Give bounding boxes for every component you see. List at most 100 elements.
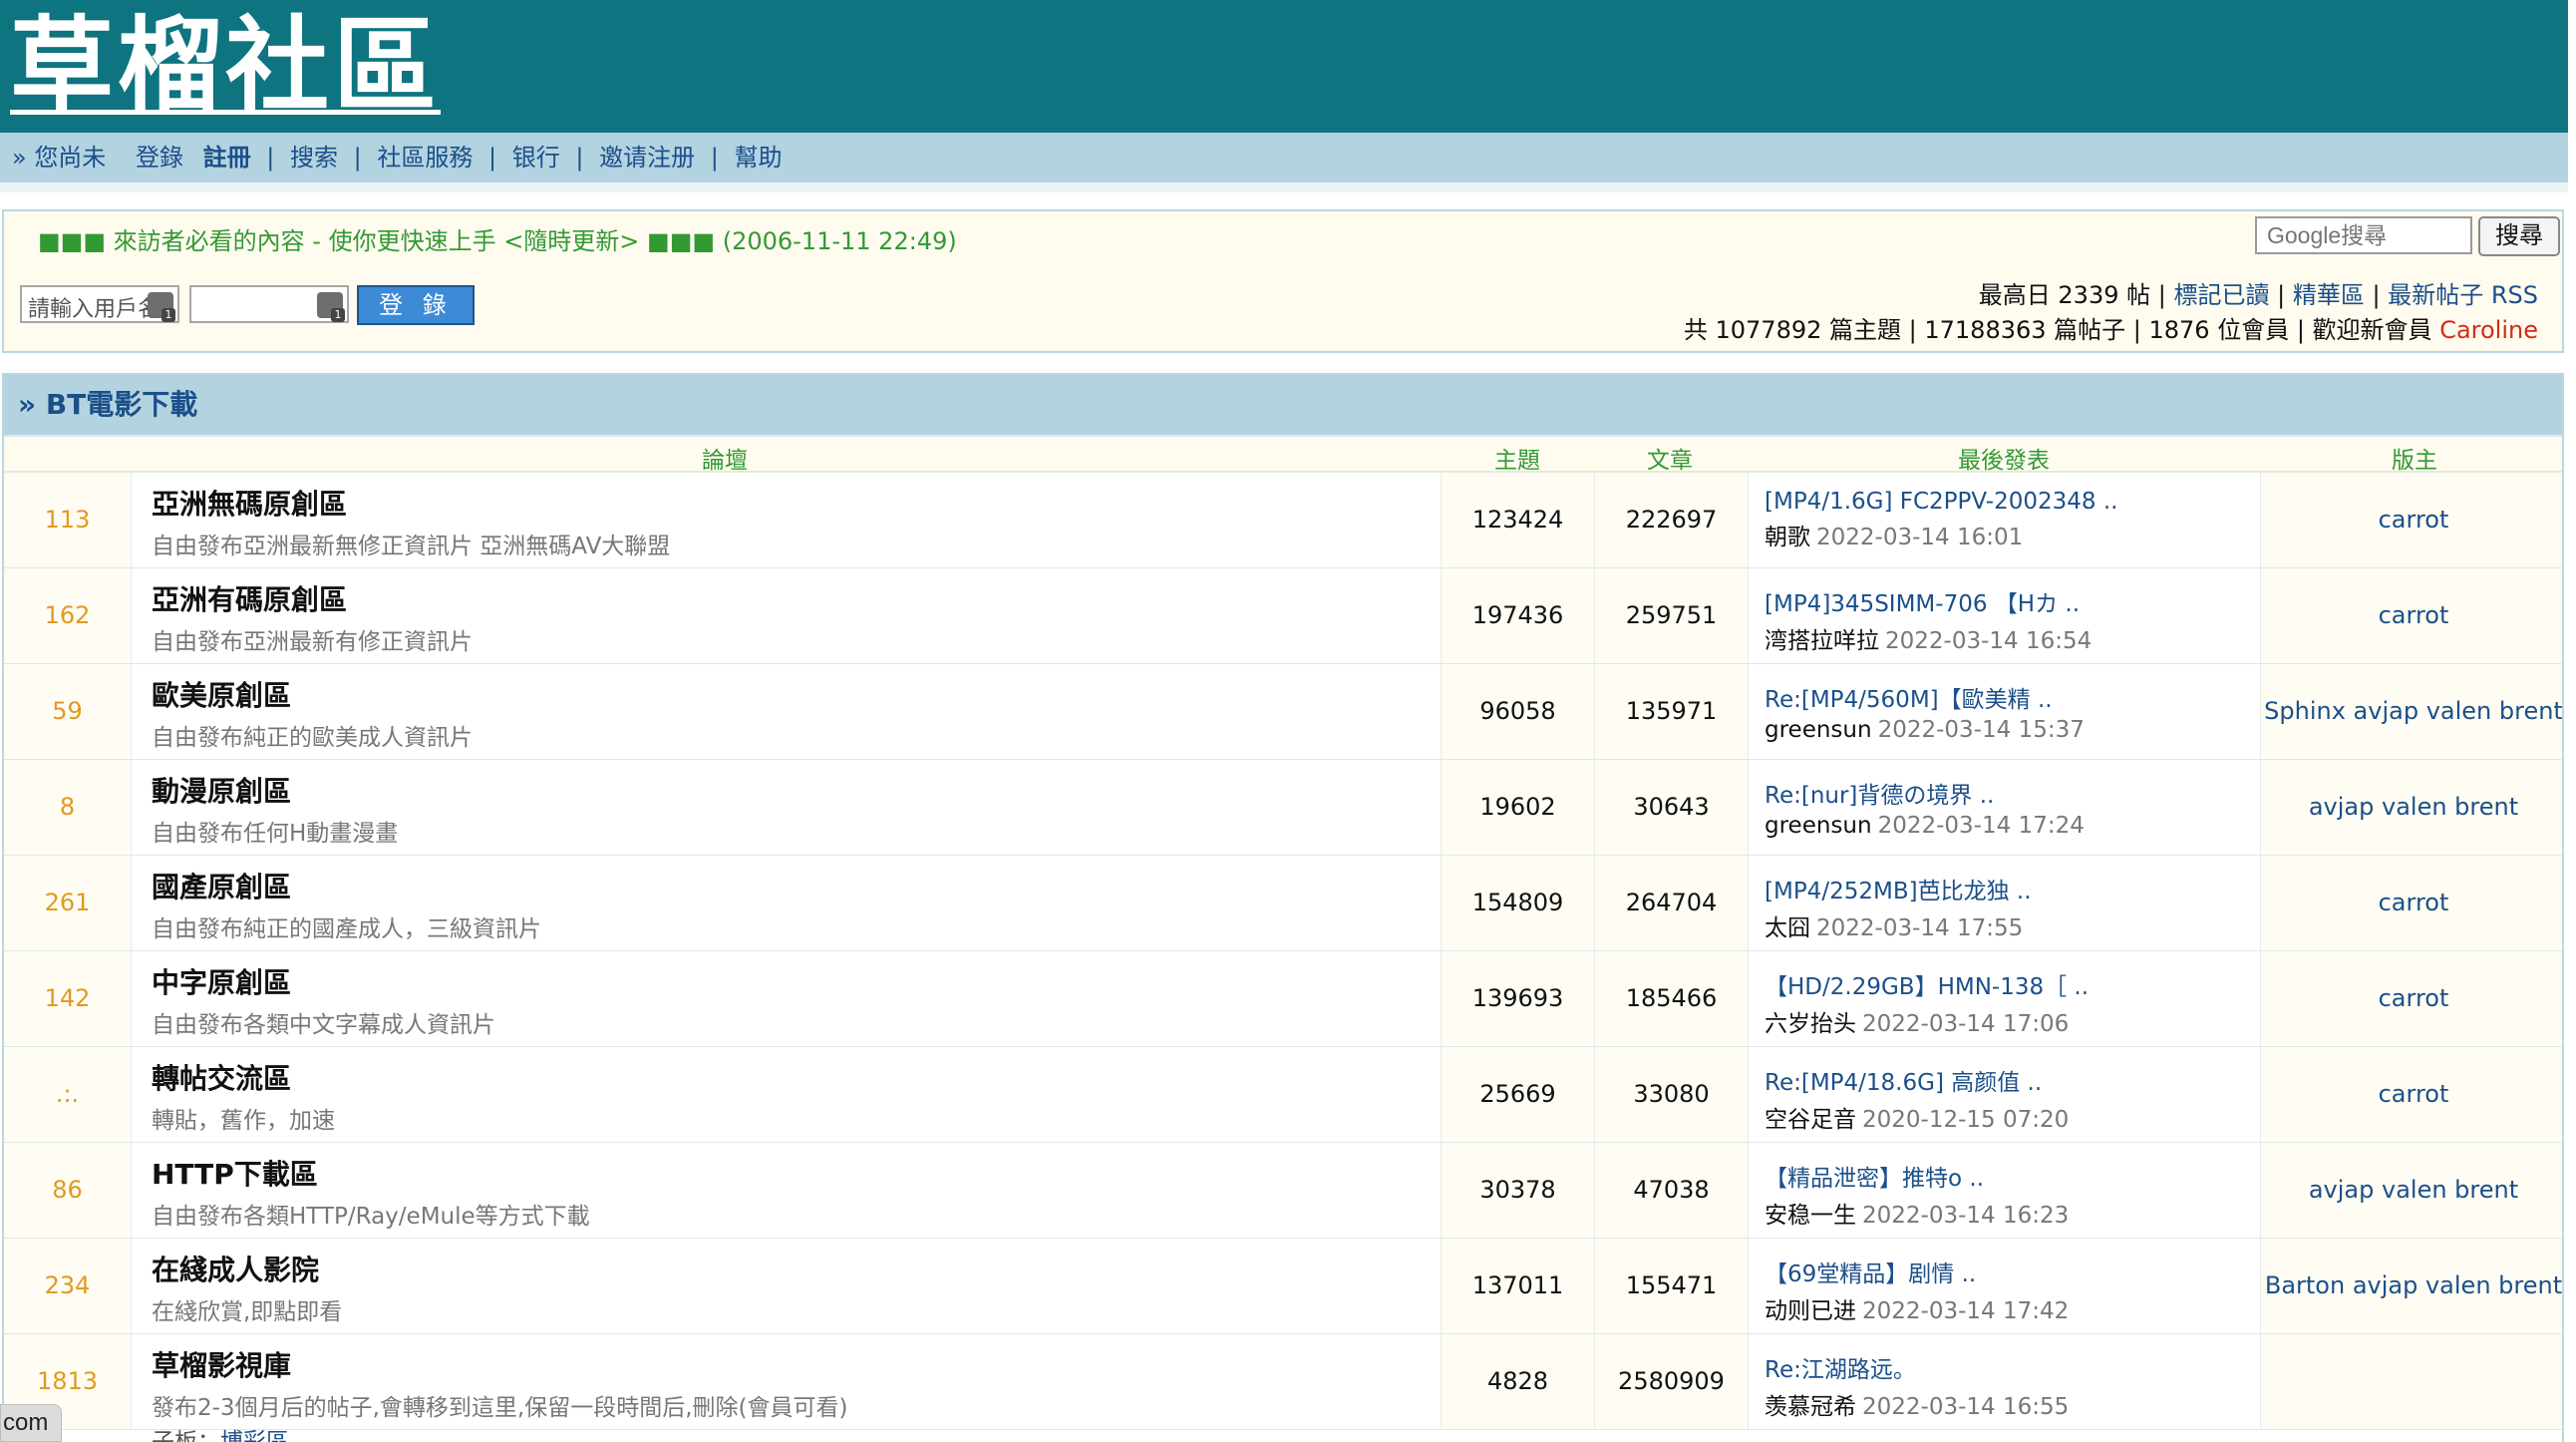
moderators[interactable]: Barton avjap valen brent: [2261, 1239, 2562, 1333]
forum-info: 歐美原創區自由發布純正的歐美成人資訊片: [132, 664, 1442, 759]
last-post: 【HD/2.29GB】HMN-138［ .. 六岁抬头 2022-03-14 17:…: [1749, 951, 2261, 1046]
forum-name-link[interactable]: 草榴影視庫: [152, 1344, 1441, 1384]
last-post-title-link[interactable]: Re:[MP4/18.6G] 高颜值 ..: [1765, 1063, 2260, 1097]
forum-description: 自由發布亞洲最新有修正資訊片: [152, 629, 473, 655]
nav-invite-link[interactable]: 邀请注册: [599, 144, 695, 172]
nav-help-link[interactable]: 幫助: [734, 144, 782, 172]
forum-table: » BT電影下載 論壇 主題 文章 最後發表 版主 113 亞洲無碼原創區 自由發布…: [2, 373, 2564, 1442]
last-post-title-link[interactable]: [MP4]345SIMM-706 【Hカ ..: [1765, 584, 2260, 618]
today-count: 142: [4, 951, 132, 1046]
last-post-author[interactable]: 朝歌: [1765, 525, 1810, 550]
last-post-title-link[interactable]: Re:[nur]背德の境界 ..: [1765, 776, 2260, 810]
topic-count: 96058: [1442, 664, 1595, 759]
password-input[interactable]: [189, 285, 349, 323]
username-placeholder: 請輸入用戶名: [28, 297, 161, 322]
moderators[interactable]: avjap valen brent: [2261, 1143, 2562, 1238]
login-button[interactable]: 登 錄: [357, 285, 475, 325]
post-count: 185466: [1595, 951, 1749, 1046]
today-count: 261: [4, 856, 132, 950]
last-post-author[interactable]: 空谷足音: [1765, 1107, 1856, 1133]
last-post-title-link[interactable]: 【69堂精品】剧情 ..: [1765, 1255, 2260, 1288]
new-member-link[interactable]: Caroline: [2439, 316, 2538, 344]
username-input[interactable]: 請輸入用戶名: [20, 285, 179, 323]
forum-name-link[interactable]: 轉帖交流區: [152, 1057, 1441, 1097]
moderators[interactable]: [2261, 1334, 2562, 1429]
category-title[interactable]: » BT電影下載: [4, 375, 2562, 437]
last-post-title-link[interactable]: Re:江湖路远。: [1765, 1350, 2260, 1384]
forum-name-link[interactable]: 動漫原創區: [152, 770, 1441, 810]
forum-name-link[interactable]: 中字原創區: [152, 961, 1441, 1001]
moderators[interactable]: carrot: [2261, 473, 2562, 567]
today-count: 162: [4, 568, 132, 663]
forum-row: 8 動漫原創區 自由發布任何H動畫漫畫 19602 30643 Re:[nur]背德の境界…: [4, 760, 2562, 856]
forum-description: 自由發布純正的歐美成人資訊片: [152, 725, 473, 751]
last-post-time: 2022-03-14 16:23: [1862, 1203, 2070, 1229]
last-post-author[interactable]: 太囧: [1765, 915, 1810, 941]
last-post-author[interactable]: 湾搭拉咩拉: [1765, 628, 1879, 654]
key-icon[interactable]: [148, 292, 175, 322]
nav-services-link[interactable]: 社區服務: [377, 144, 473, 172]
column-forum: 論壇: [702, 448, 748, 474]
forum-name-link[interactable]: 國產原創區: [152, 866, 1441, 905]
moderators[interactable]: carrot: [2261, 1047, 2562, 1142]
forum-info: 中字原創區 自由發布各類中文字幕成人資訊片: [132, 951, 1442, 1046]
last-post-title-link[interactable]: 【HD/2.29GB】HMN-138［ ..: [1765, 967, 2260, 1001]
last-post-author[interactable]: greensun: [1765, 813, 1872, 839]
last-post-time: 2022-03-14 15:37: [1877, 717, 2085, 743]
last-post: Re:[nur]背德の境界 .. greensun 2022-03-14 17:24: [1749, 760, 2261, 855]
latest-posts-link[interactable]: 最新帖子: [2388, 281, 2483, 309]
last-post-meta: 六岁抬头 2022-03-14 17:06: [1765, 1004, 2260, 1038]
moderators[interactable]: carrot: [2261, 951, 2562, 1046]
forum-info: 國產原創區 自由發布純正的國產成人，三級資訊片: [132, 856, 1442, 950]
forum-info: 亞洲無碼原創區 自由發布亞洲最新無修正資訊片 亞洲無碼AV大聯盟: [132, 473, 1442, 567]
google-search-input[interactable]: [2255, 216, 2472, 254]
forum-row: 86 HTTP下載區 自由發布各類HTTP/Ray/eMule等方式下載 30378 4…: [4, 1143, 2562, 1239]
moderators[interactable]: carrot: [2261, 856, 2562, 950]
last-post-author[interactable]: 羡慕冠希: [1765, 1394, 1856, 1420]
today-count: 59: [4, 664, 132, 759]
topic-count: 30378: [1442, 1143, 1595, 1238]
max-day-stat: 最高日 2339 帖: [1978, 281, 2151, 309]
last-post-meta: 太囧 2022-03-14 17:55: [1765, 908, 2260, 942]
moderators[interactable]: Sphinx avjap valen brent: [2261, 664, 2562, 759]
forum-row: 1813 草榴影視庫 發布2-3個月后的帖子,會轉移到這里,保留一段時間后,刪除(會…: [4, 1334, 2562, 1442]
essence-link[interactable]: 精華區: [2293, 281, 2365, 309]
forum-name-link[interactable]: 亞洲無碼原創區: [152, 483, 1441, 523]
nav-search-link[interactable]: 搜索: [290, 144, 338, 172]
topic-count: 4828: [1442, 1334, 1595, 1429]
last-post: Re:[MP4/18.6G] 高颜值 .. 空谷足音 2020-12-15 07:2…: [1749, 1047, 2261, 1142]
subforum-link[interactable]: 博彩區: [220, 1429, 289, 1442]
site-logo[interactable]: 草榴社區: [10, 4, 441, 128]
last-post-title-link[interactable]: [MP4/252MB]芭比龙独 ..: [1765, 872, 2260, 905]
last-post-author[interactable]: greensun: [1765, 717, 1872, 743]
visitor-notice-link[interactable]: ■■■ 來訪者必看的內容 - 使你更快速上手 <隨時更新> ■■■ (2006-…: [38, 221, 957, 256]
post-count: 47038: [1595, 1143, 1749, 1238]
last-post-author[interactable]: 安稳一生: [1765, 1203, 1856, 1229]
forum-name-link[interactable]: 歐美原創區: [152, 674, 1441, 714]
last-post-title-link[interactable]: 【精品泄密】推特o ..: [1765, 1159, 2260, 1193]
last-post-meta: 动则已进 2022-03-14 17:42: [1765, 1291, 2260, 1325]
forum-description: 轉貼，舊作，加速: [152, 1108, 335, 1134]
last-post-author[interactable]: 六岁抬头: [1765, 1011, 1856, 1037]
last-post-title-link[interactable]: Re:[MP4/560M]【歐美精 ..: [1765, 680, 2260, 714]
forum-name-link[interactable]: 在綫成人影院: [152, 1249, 1441, 1288]
nav-register-link[interactable]: 註冊: [203, 144, 251, 172]
key-icon[interactable]: [317, 292, 345, 322]
moderators[interactable]: carrot: [2261, 568, 2562, 663]
last-post-meta: greensun 2022-03-14 15:37: [1765, 717, 2260, 743]
last-post-time: 2022-03-14 17:42: [1862, 1298, 2070, 1324]
nav-separator: |: [710, 144, 719, 172]
forum-row: 113 亞洲無碼原創區 自由發布亞洲最新無修正資訊片 亞洲無碼AV大聯盟 123424…: [4, 473, 2562, 568]
google-search-button[interactable]: 搜尋: [2478, 216, 2560, 256]
last-post: 【精品泄密】推特o .. 安稳一生 2022-03-14 16:23: [1749, 1143, 2261, 1238]
moderators[interactable]: avjap valen brent: [2261, 760, 2562, 855]
forum-name-link[interactable]: HTTP下載區: [152, 1153, 1441, 1193]
rss-link[interactable]: RSS: [2491, 281, 2538, 309]
forum-name-link[interactable]: 亞洲有碼原創區: [152, 578, 1441, 618]
last-post-author[interactable]: 动则已进: [1765, 1298, 1856, 1324]
nav-login-link[interactable]: 登錄: [136, 144, 183, 172]
last-post-meta: 湾搭拉咩拉 2022-03-14 16:54: [1765, 621, 2260, 655]
last-post-title-link[interactable]: [MP4/1.6G] FC2PPV-2002348 ..: [1765, 489, 2260, 515]
mark-read-link[interactable]: 標記已讀: [2173, 281, 2269, 309]
nav-bank-link[interactable]: 银行: [512, 144, 560, 172]
